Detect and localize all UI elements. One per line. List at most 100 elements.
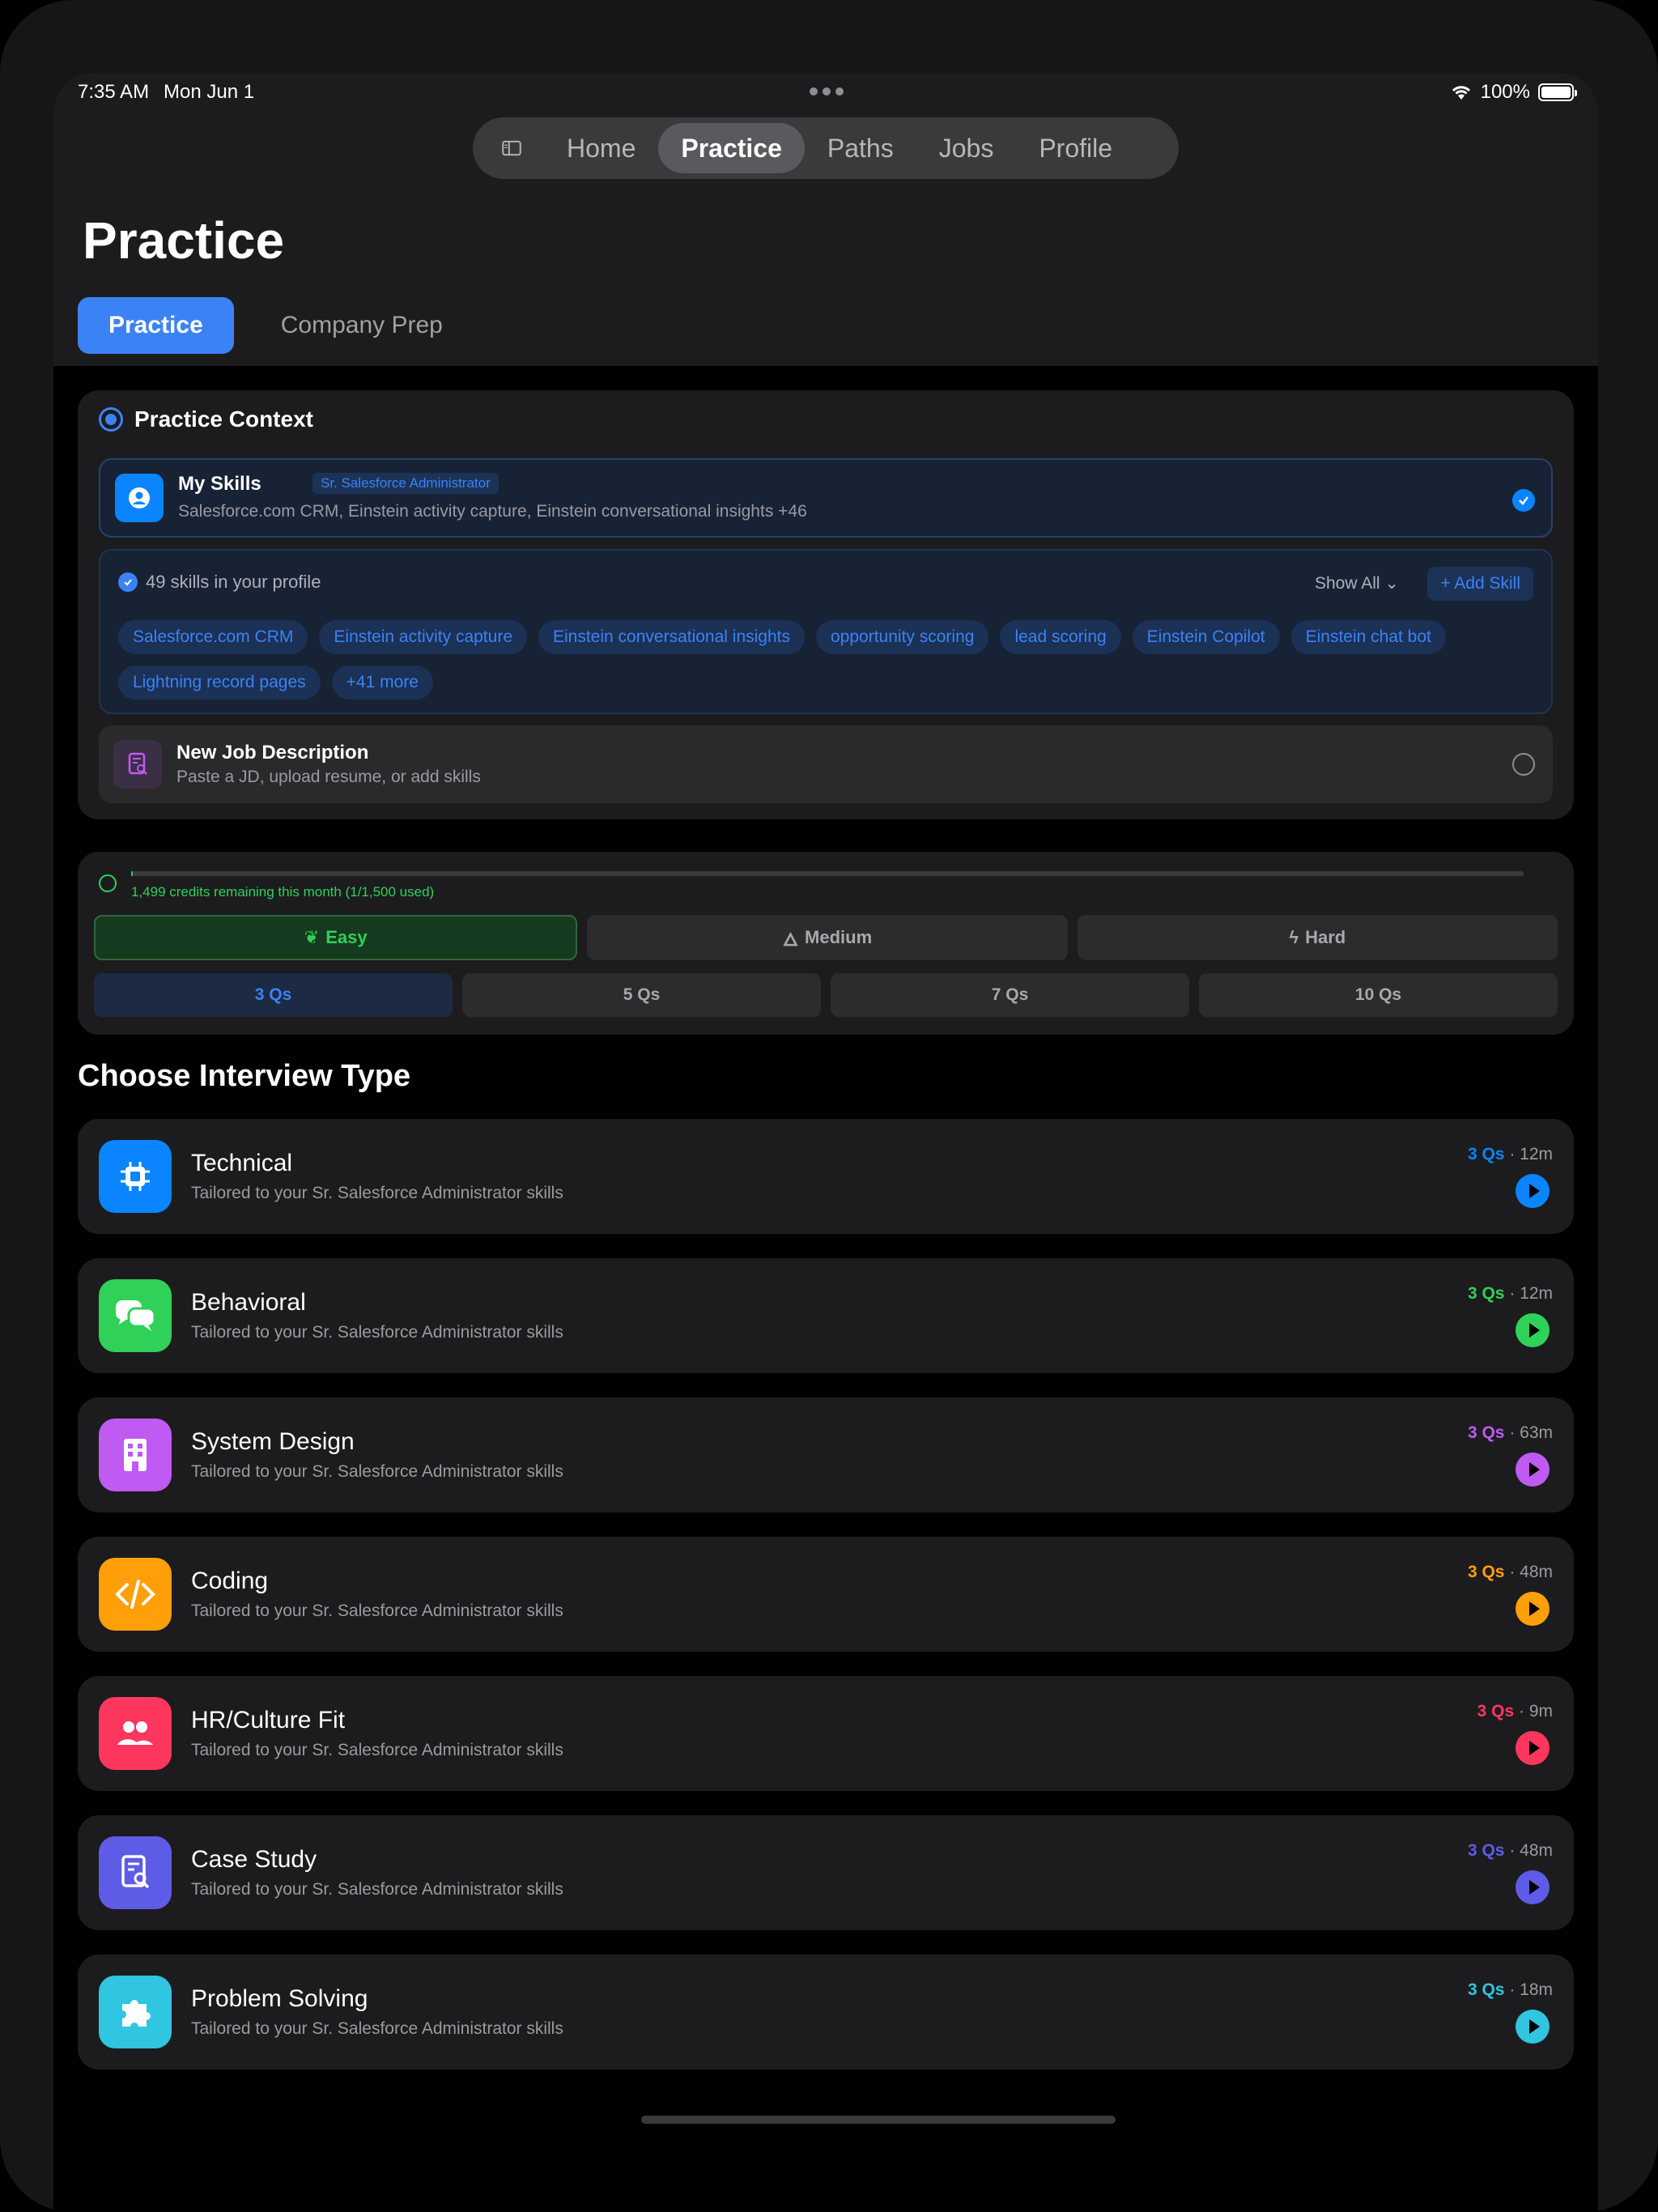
- status-date: Mon Jun 1: [164, 81, 255, 103]
- document-search-icon: [113, 740, 162, 789]
- play-icon[interactable]: [1516, 1453, 1550, 1487]
- interview-type-meta: 3 Qs · 12m: [1468, 1284, 1553, 1304]
- skill-chip[interactable]: opportunity scoring: [816, 620, 989, 654]
- credits-text: 1,499 credits remaining this month (1/1,…: [131, 884, 435, 900]
- interview-type-name: HR/Culture Fit: [191, 1707, 346, 1733]
- play-icon[interactable]: [1516, 1174, 1550, 1208]
- nav-tab-paths[interactable]: Paths: [805, 123, 916, 173]
- people-icon: [99, 1697, 172, 1770]
- question-count: 3 Qs: [1467, 1980, 1505, 1999]
- question-count: 3 Qs: [1467, 1841, 1505, 1860]
- settings-card: 1,499 credits remaining this month (1/1,…: [78, 852, 1574, 1035]
- play-icon[interactable]: [1516, 1870, 1550, 1904]
- segment-control: Practice Company Prep: [78, 297, 474, 354]
- skill-chip[interactable]: Salesforce.com CRM: [118, 620, 308, 654]
- play-icon[interactable]: [1516, 1731, 1550, 1765]
- segment-company-prep[interactable]: Company Prep: [250, 297, 474, 354]
- interview-type-behavioral[interactable]: Behavioral Tailored to your Sr. Salesfor…: [78, 1258, 1574, 1373]
- skill-chip[interactable]: Einstein activity capture: [319, 620, 527, 654]
- skill-chip[interactable]: Einstein Copilot: [1132, 620, 1280, 654]
- question-count: 3 Qs: [1467, 1563, 1505, 1581]
- checkmark-icon: [1512, 489, 1535, 512]
- chevron-down-icon: ⌄: [1384, 574, 1399, 593]
- segment-practice[interactable]: Practice: [78, 297, 234, 354]
- duration: · 18m: [1509, 1980, 1553, 1999]
- duration: · 48m: [1509, 1563, 1553, 1581]
- profile-skills-panel: 49 skills in your profile Show All ⌄ + A…: [99, 549, 1553, 714]
- nav-tab-home[interactable]: Home: [544, 123, 658, 173]
- practice-context-card: Practice Context My Skills Sr. Salesforc…: [78, 390, 1574, 819]
- interview-type-coding[interactable]: Coding Tailored to your Sr. Salesforce A…: [78, 1537, 1574, 1652]
- play-icon[interactable]: [1516, 1313, 1550, 1347]
- more-skills-chip[interactable]: +41 more: [331, 666, 433, 700]
- interview-type-name: Technical: [191, 1150, 293, 1176]
- interview-type-subtitle: Tailored to your Sr. Salesforce Administ…: [191, 1602, 563, 1620]
- skill-chip[interactable]: lead scoring: [1000, 620, 1121, 654]
- interview-type-name: Coding: [191, 1568, 269, 1594]
- difficulty-selector: ❦ Easy 🜂 Medium ϟ Hard: [94, 915, 1558, 960]
- practice-context-title: Practice Context: [134, 406, 313, 432]
- profile-count-text: 49 skills in your profile: [146, 572, 321, 592]
- difficulty-easy-button[interactable]: ❦ Easy: [94, 915, 578, 960]
- difficulty-hard-button[interactable]: ϟ Hard: [1077, 915, 1558, 960]
- multitasking-dots-icon[interactable]: [810, 87, 844, 96]
- profile-skill-count: 49 skills in your profile: [118, 572, 321, 593]
- radio-button[interactable]: [1512, 753, 1535, 776]
- interview-type-meta: 3 Qs · 48m: [1468, 1563, 1553, 1582]
- nav-tab-practice[interactable]: Practice: [658, 123, 805, 173]
- show-all-button[interactable]: Show All ⌄: [1315, 573, 1399, 593]
- duration: · 12m: [1509, 1284, 1553, 1303]
- new-jd-title: New Job Description: [176, 742, 369, 764]
- bolt-icon: ϟ: [1289, 927, 1299, 947]
- battery-icon: [1538, 83, 1577, 101]
- question-count: 3 Qs: [1477, 1702, 1515, 1721]
- interview-type-technical[interactable]: Technical Tailored to your Sr. Salesforc…: [78, 1119, 1574, 1234]
- top-nav: Home Practice Paths Jobs Profile: [473, 117, 1179, 179]
- interview-type-problem-solving[interactable]: Problem Solving Tailored to your Sr. Sal…: [78, 1955, 1574, 2069]
- top-bar: 7:35 AM Mon Jun 1 100% Home Practice Pat…: [53, 73, 1598, 366]
- app-screen: 7:35 AM Mon Jun 1 100% Home Practice Pat…: [53, 73, 1598, 2212]
- practice-context-header: Practice Context: [99, 406, 313, 432]
- home-indicator[interactable]: [641, 2116, 1116, 2124]
- chat-bubbles-icon: [99, 1279, 172, 1352]
- interview-type-meta: 3 Qs · 12m: [1468, 1145, 1553, 1164]
- interview-type-system-design[interactable]: System Design Tailored to your Sr. Sales…: [78, 1397, 1574, 1512]
- nav-tab-jobs[interactable]: Jobs: [916, 123, 1017, 173]
- my-skills-summary: Salesforce.com CRM, Einstein activity ca…: [178, 502, 807, 521]
- interview-type-meta: 3 Qs · 18m: [1468, 1980, 1553, 2000]
- question-count: 3 Qs: [1467, 1145, 1505, 1163]
- puzzle-icon: [99, 1976, 172, 2048]
- difficulty-label: Medium: [805, 927, 873, 947]
- nav-tab-profile[interactable]: Profile: [1016, 123, 1135, 173]
- question-count-7[interactable]: 7 Qs: [831, 973, 1189, 1017]
- question-count-10[interactable]: 10 Qs: [1199, 973, 1558, 1017]
- skill-chips: Salesforce.com CRM Einstein activity cap…: [118, 620, 1543, 700]
- code-icon: [99, 1558, 172, 1631]
- duration: · 63m: [1509, 1423, 1553, 1442]
- timer-icon: [99, 874, 117, 892]
- duration: · 12m: [1509, 1145, 1553, 1163]
- interview-type-subtitle: Tailored to your Sr. Salesforce Administ…: [191, 1184, 563, 1202]
- interview-type-meta: 3 Qs · 48m: [1468, 1841, 1553, 1861]
- interview-type-case-study[interactable]: Case Study Tailored to your Sr. Salesfor…: [78, 1815, 1574, 1930]
- my-skills-option[interactable]: My Skills Sr. Salesforce Administrator S…: [99, 458, 1553, 538]
- show-all-label: Show All: [1315, 574, 1380, 593]
- skill-chip[interactable]: Einstein chat bot: [1290, 620, 1446, 654]
- new-job-description-option[interactable]: New Job Description Paste a JD, upload r…: [99, 725, 1553, 803]
- interview-type-hr-culture-fit[interactable]: HR/Culture Fit Tailored to your Sr. Sale…: [78, 1676, 1574, 1791]
- interview-type-name: Behavioral: [191, 1289, 306, 1316]
- sidebar-toggle-button[interactable]: [479, 123, 544, 173]
- skill-chip[interactable]: Lightning record pages: [118, 666, 321, 700]
- question-count-3[interactable]: 3 Qs: [94, 973, 453, 1017]
- difficulty-medium-button[interactable]: 🜂 Medium: [587, 915, 1068, 960]
- play-icon[interactable]: [1516, 1592, 1550, 1626]
- add-skill-button[interactable]: + Add Skill: [1427, 567, 1533, 601]
- battery-percent: 100%: [1480, 81, 1530, 103]
- question-count: 3 Qs: [1467, 1284, 1505, 1303]
- play-icon[interactable]: [1516, 2010, 1550, 2044]
- question-count-5[interactable]: 5 Qs: [462, 973, 821, 1017]
- skill-chip[interactable]: Einstein conversational insights: [538, 620, 805, 654]
- credits-progress-fill: [131, 871, 133, 876]
- device-frame: 7:35 AM Mon Jun 1 100% Home Practice Pat…: [0, 0, 1658, 2212]
- leaf-icon: ❦: [304, 927, 320, 947]
